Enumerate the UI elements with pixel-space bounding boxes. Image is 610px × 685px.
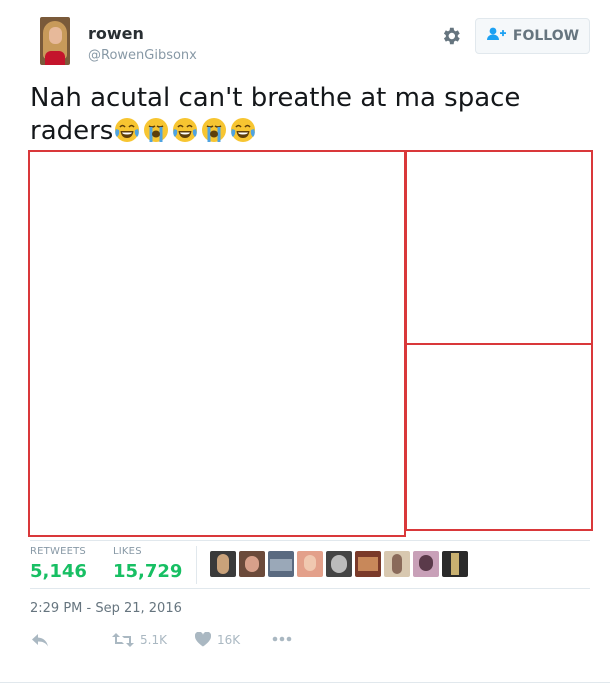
bottom-border (0, 682, 610, 683)
liker-avatar[interactable] (210, 551, 236, 577)
retweet-count: 5.1K (140, 633, 167, 647)
tweet-timestamp[interactable]: 2:29 PM - Sep 21, 2016 (30, 601, 182, 616)
loudly-crying-emoji (202, 118, 227, 142)
retweets-label: RETWEETS (30, 546, 86, 557)
stats-separator (196, 546, 197, 584)
retweet-icon (112, 633, 134, 647)
liker-avatar[interactable] (297, 551, 323, 577)
liker-avatar[interactable] (239, 551, 265, 577)
media-image-1[interactable] (28, 150, 406, 537)
media-image-2[interactable] (405, 150, 593, 345)
tweet-text-body: Nah acutal can't breathe at ma space rad… (30, 83, 521, 146)
laughing-crying-emoji (231, 118, 256, 142)
liker-avatar[interactable] (413, 551, 439, 577)
liker-avatar[interactable] (384, 551, 410, 577)
liker-avatar[interactable] (355, 551, 381, 577)
reply-button[interactable] (30, 631, 50, 649)
follow-label: FOLLOW (512, 28, 580, 44)
more-dots-icon (272, 636, 292, 642)
follow-user-icon (486, 27, 506, 45)
media-image-3[interactable] (405, 343, 593, 531)
laughing-crying-emoji (173, 118, 198, 142)
liker-avatar[interactable] (442, 551, 468, 577)
likes-stat[interactable]: LIKES 15,729 (113, 546, 182, 582)
divider (30, 588, 590, 589)
follow-button[interactable]: FOLLOW (475, 18, 590, 54)
divider (30, 540, 590, 541)
like-count: 16K (217, 632, 241, 647)
like-button[interactable]: 16K (195, 632, 240, 647)
loudly-crying-emoji (144, 118, 169, 142)
reply-icon (32, 634, 48, 647)
avatar[interactable] (40, 17, 70, 65)
laughing-crying-emoji (115, 118, 140, 142)
retweet-button[interactable]: 5.1K (112, 632, 167, 648)
likes-count: 15,729 (113, 561, 183, 582)
liker-avatar[interactable] (326, 551, 352, 577)
emoji-row (113, 116, 258, 146)
retweets-count: 5,146 (30, 561, 87, 582)
retweets-stat[interactable]: RETWEETS 5,146 (30, 546, 87, 582)
user-name[interactable]: rowen (88, 24, 144, 43)
gear-icon[interactable] (440, 25, 462, 47)
heart-icon (195, 632, 211, 647)
liker-avatars (210, 551, 468, 577)
more-button[interactable] (272, 636, 292, 642)
liker-avatar[interactable] (268, 551, 294, 577)
user-handle[interactable]: @RowenGibsonx (88, 48, 197, 63)
tweet-text: Nah acutal can't breathe at ma space rad… (30, 82, 590, 148)
likes-label: LIKES (113, 546, 142, 557)
